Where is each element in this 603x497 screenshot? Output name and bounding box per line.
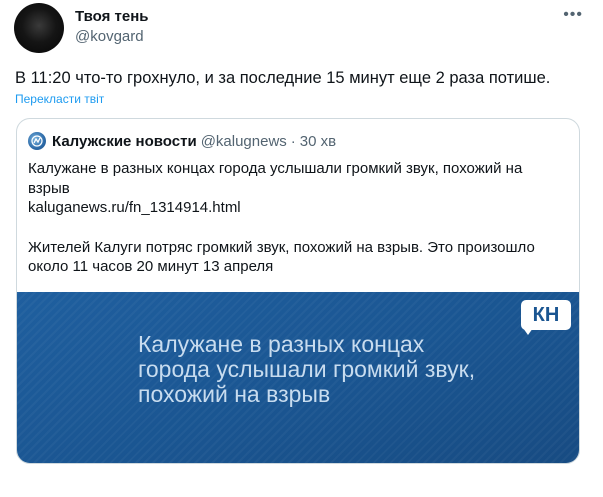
- kn-logo-badge: КН: [521, 300, 571, 330]
- quoted-headline: Калужане в разных концах города услышали…: [28, 160, 523, 197]
- translate-tweet-link[interactable]: Перекласти твіт: [15, 92, 104, 106]
- more-horizontal-icon[interactable]: •••: [563, 6, 583, 24]
- quoted-tweet[interactable]: Калужские новости @kalugnews · 30 хв Кал…: [16, 118, 580, 464]
- quoted-summary: Жителей Калуги потряс громкий звук, похо…: [28, 238, 535, 276]
- quoted-display-name[interactable]: Калужские новости: [52, 133, 197, 150]
- quoted-handle[interactable]: @kalugnews: [201, 133, 287, 150]
- display-name[interactable]: Твоя тень: [75, 8, 148, 25]
- media-image[interactable]: КН Калужане в разных концах города услыш…: [17, 292, 579, 463]
- user-handle[interactable]: @kovgard: [75, 28, 144, 45]
- avatar[interactable]: [14, 3, 64, 53]
- dot-separator: ·: [290, 132, 296, 150]
- news-logo-icon: [31, 135, 43, 147]
- quoted-tweet-header: Калужские новости @kalugnews · 30 хв: [28, 131, 336, 151]
- quoted-time[interactable]: 30 хв: [300, 133, 336, 150]
- tweet-text: В 11:20 что-то грохнуло, и за последние …: [15, 69, 551, 87]
- media-headline: Калужане в разных концах города услышали…: [138, 331, 476, 407]
- quoted-tweet-body: Калужане в разных концах города услышали…: [28, 159, 568, 277]
- badge-tail: [523, 328, 533, 335]
- quoted-avatar[interactable]: [28, 132, 46, 150]
- quoted-link[interactable]: kaluganews.ru/fn_1314914.html: [28, 198, 568, 218]
